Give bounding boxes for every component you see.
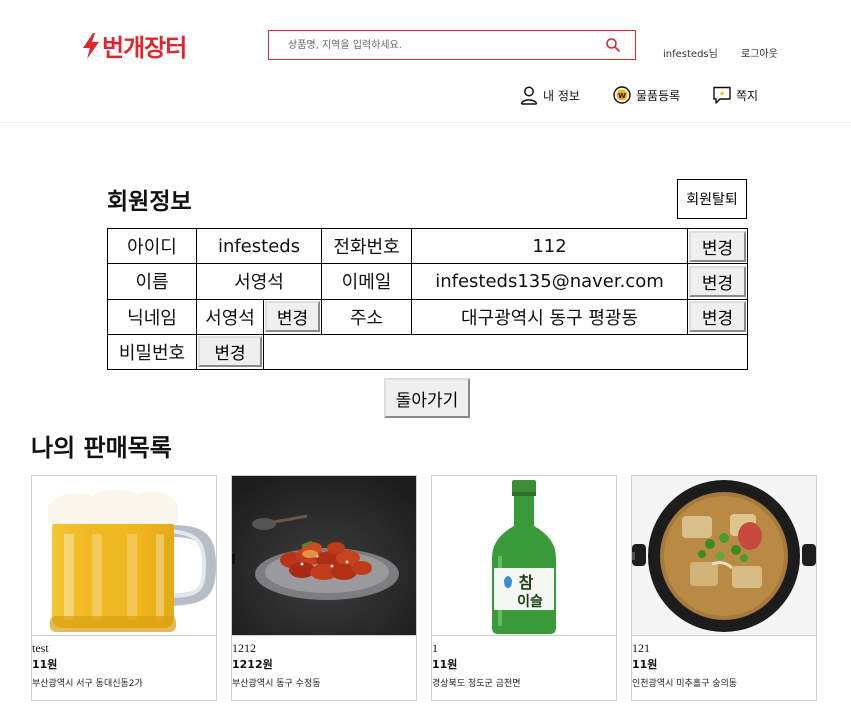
nickname-label: 닉네임 — [107, 298, 197, 335]
user-icon — [520, 86, 538, 105]
id-value: infesteds — [195, 227, 323, 265]
product-name: 1212 — [232, 641, 256, 655]
product-price: 11원 — [632, 658, 658, 671]
withdraw-button[interactable]: 회원탈퇴 — [677, 179, 747, 219]
address-value: 대구광역시 동구 평광동 — [411, 298, 689, 335]
member-info-table: 아이디 infesteds 전화번호 112 변경 이름 서영석 이메일 inf… — [107, 227, 749, 371]
nav-my-info-label: 내 정보 — [543, 88, 580, 103]
product-location: 부산광역시 서구 동대신동2가 — [32, 679, 143, 689]
coin-icon: W — [613, 86, 631, 104]
product-card[interactable]: test 11원 부산광역시 서구 동대신동2가 — [31, 475, 217, 701]
table-row: 비밀번호 변경 — [107, 333, 749, 371]
email-value: infesteds135@naver.com — [411, 263, 689, 300]
soju-bottle-image: 참 이슬 — [432, 476, 616, 636]
product-card[interactable]: 참 이슬 1 11원 경상북도 청도군 금천면 — [431, 475, 617, 701]
phone-change-cell: 변경 — [687, 227, 749, 265]
address-label: 주소 — [321, 298, 413, 335]
change-address-button[interactable]: 변경 — [689, 301, 747, 333]
address-change-cell: 변경 — [687, 298, 749, 335]
change-nickname-button[interactable]: 변경 — [265, 301, 321, 333]
table-row: 이름 서영석 이메일 infesteds135@naver.com 변경 — [107, 263, 749, 300]
name-label: 이름 — [107, 263, 197, 300]
logo[interactable]: 번개장터 — [82, 28, 187, 63]
product-location: 경상북도 청도군 금천면 — [432, 679, 521, 689]
svg-text:W: W — [618, 92, 626, 100]
search-bar — [268, 30, 636, 60]
password-change-cell: 변경 — [196, 333, 264, 371]
search-icon[interactable] — [605, 37, 621, 53]
nav-messages-label: 쪽지 — [736, 88, 759, 103]
message-icon — [713, 86, 731, 104]
table-row: 아이디 infesteds 전화번호 112 변경 — [107, 227, 749, 265]
nav-my-info[interactable]: 내 정보 — [519, 85, 580, 105]
change-phone-button[interactable]: 변경 — [689, 230, 747, 262]
product-name: 1 — [432, 641, 438, 655]
back-button[interactable]: 돌아가기 — [384, 378, 470, 418]
user-name: infesteds님 — [663, 49, 718, 60]
beer-mug-image — [32, 476, 216, 636]
change-email-button[interactable]: 변경 — [689, 265, 747, 297]
nav-register-item-label: 물품등록 — [636, 88, 681, 103]
product-price: 11원 — [32, 658, 58, 671]
email-label: 이메일 — [321, 263, 413, 300]
product-card[interactable]: 1212 1212원 부산광역시 동구 수정동 — [231, 475, 417, 701]
product-name: test — [32, 641, 49, 655]
sales-list-title: 나의 판매목록 — [31, 434, 172, 462]
stew-pot-image — [632, 476, 816, 636]
top-header: 번개장터 infesteds님 로그아웃 내 정보 W 물품등록 쪽지 — [0, 0, 851, 123]
table-row: 닉네임 서영석 변경 주소 대구광역시 동구 평광동 변경 — [107, 298, 749, 335]
change-password-button[interactable]: 변경 — [198, 336, 262, 368]
product-card[interactable]: 121 11원 인천광역시 미추홀구 숭의동 — [631, 475, 817, 701]
nickname-value: 서영석 — [196, 298, 264, 335]
spicy-chicken-image — [232, 476, 416, 636]
lightning-icon — [83, 32, 99, 59]
email-change-cell: 변경 — [687, 263, 749, 300]
product-location: 인천광역시 미추홀구 숭의동 — [632, 679, 738, 689]
product-location: 부산광역시 동구 수정동 — [232, 679, 321, 689]
svg-text:참: 참 — [519, 573, 534, 592]
logo-text: 번개장터 — [102, 34, 187, 62]
nav-messages[interactable]: 쪽지 — [712, 85, 758, 105]
product-price: 11원 — [432, 658, 458, 671]
nickname-change-cell: 변경 — [262, 298, 323, 335]
logout-link[interactable]: 로그아웃 — [741, 45, 778, 60]
nav-register-item[interactable]: W 물품등록 — [612, 85, 680, 105]
product-price: 1212원 — [232, 658, 273, 671]
svg-text:이슬: 이슬 — [517, 593, 543, 610]
name-value: 서영석 — [195, 263, 323, 300]
password-label: 비밀번호 — [107, 333, 197, 371]
product-name: 121 — [632, 641, 650, 655]
member-info-title: 회원정보 — [107, 189, 192, 215]
search-input[interactable] — [269, 31, 589, 59]
phone-label: 전화번호 — [321, 227, 413, 265]
id-label: 아이디 — [107, 227, 197, 265]
empty-cell — [262, 333, 749, 371]
phone-value: 112 — [411, 227, 689, 265]
